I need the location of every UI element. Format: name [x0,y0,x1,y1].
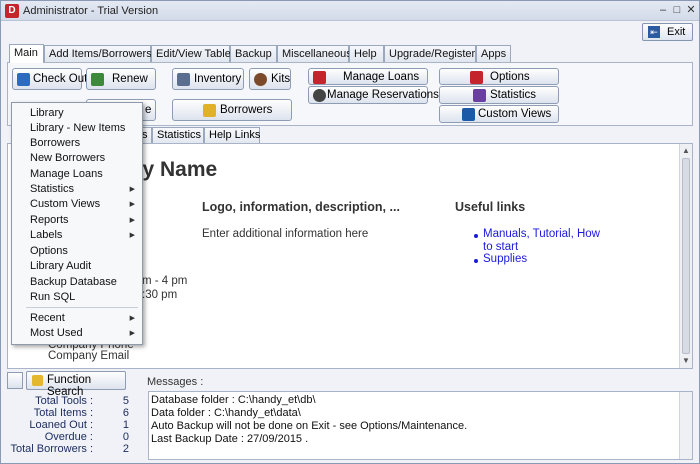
link-supplies[interactable]: Supplies [483,253,527,265]
menu-item-library[interactable]: Library [13,106,141,121]
messages-box[interactable]: Database folder : C:\handy_et\db\ Data f… [148,391,693,460]
stat-total-tools: Total Tools :5 [35,395,129,407]
message-line: Auto Backup will not be done on Exit - s… [151,420,468,432]
menu-item-manage-loans[interactable]: Manage Loans [13,167,141,182]
exit-label: Exit [667,26,686,38]
statistics-icon [473,89,486,102]
custom-views-icon [462,108,475,121]
manage-reservations-button[interactable]: Manage Reservations [308,86,439,104]
menu-item-library-audit[interactable]: Library Audit [13,259,141,274]
stat-loaned-out: Loaned Out :1 [29,419,129,431]
submenu-arrow-icon: ▶ [129,232,135,239]
clock-icon [313,89,326,102]
tab-backup[interactable]: Backup [230,45,277,63]
tab-miscellaneous[interactable]: Miscellaneous [277,45,352,63]
maximize-icon[interactable]: □ [670,4,684,18]
statistics-button[interactable]: Statistics [439,86,559,104]
stat-total-borrowers: Total Borrowers :2 [10,443,129,455]
function-search-icon [32,375,43,386]
options-button[interactable]: Options [439,68,559,85]
hours-line-2: :30 pm [142,289,178,301]
menu-item-reports[interactable]: Reports ▶ [13,213,141,228]
renew-icon [91,73,104,86]
menu-item-recent[interactable]: Recent ▶ [13,311,141,326]
menu-item-options[interactable]: Options [13,244,141,259]
function-search-button[interactable]: Function Search [26,371,126,398]
tab-main[interactable]: Main [9,44,44,63]
kits-button[interactable]: Kits [249,68,291,90]
context-menu: Library Library - New Items Borrowers Ne… [11,102,143,345]
bottom-toolbar: Function Search Messages : [7,370,693,398]
menu-item-backup-database[interactable]: Backup Database [13,275,141,290]
useful-links-heading: Useful links [455,200,526,214]
submenu-arrow-icon: ▶ [129,201,135,208]
tab-add-items-borrowers[interactable]: Add Items/Borrowers [44,45,152,63]
message-line: Data folder : C:\handy_et\data\ [151,407,301,419]
kits-icon [254,73,267,86]
bullet-icon [474,259,478,263]
additional-info-text: Enter additional information here [202,228,369,240]
content-scrollbar[interactable]: ▲ ▼ [679,144,692,368]
check-out-button[interactable]: Check Out [12,68,87,90]
stat-total-items: Total Items :6 [33,407,129,419]
custom-views-button[interactable]: Custom Views [439,105,559,123]
menu-separator [26,307,138,308]
inventory-icon [177,73,190,86]
hours-line-1: m - 4 pm [142,275,188,287]
company-email: Company Email [48,350,130,362]
link-to-start[interactable]: to start [483,241,518,253]
main-window: D Administrator - Trial Version – □ ✕ ⇤ … [0,0,700,464]
title-bar: D Administrator - Trial Version – □ ✕ [1,1,699,21]
message-line: Database folder : C:\handy_et\db\ [151,394,316,406]
options-icon [470,71,483,84]
submenu-arrow-icon: ▶ [129,330,135,337]
messages-label: Messages : [147,376,204,388]
exit-button[interactable]: ⇤ Exit [642,23,693,41]
link-manuals[interactable]: Manuals, Tutorial, How [483,228,600,240]
menu-item-statistics[interactable]: Statistics ▶ [13,182,141,197]
menu-item-borrowers[interactable]: Borrowers [13,136,141,151]
tab-help[interactable]: Help [349,45,384,63]
check-out-icon [17,73,30,86]
inventory-button[interactable]: Inventory [172,68,244,90]
exit-icon: ⇤ [648,26,660,38]
tab-edit-view-table[interactable]: Edit/View Table [151,45,231,63]
tab-upgrade-register[interactable]: Upgrade/Register [384,45,476,63]
stat-overdue: Overdue :0 [44,431,129,443]
messages-scrollbar[interactable] [679,392,692,459]
manage-loans-button[interactable]: Manage Loans [308,68,428,85]
minimize-icon[interactable]: – [656,4,670,18]
close-icon[interactable]: ✕ [684,4,698,18]
scroll-thumb[interactable] [682,158,690,354]
submenu-arrow-icon: ▶ [129,315,135,322]
menu-item-library-new-items[interactable]: Library - New Items [13,121,141,136]
manage-loans-icon [313,71,326,84]
menu-item-custom-views[interactable]: Custom Views ▶ [13,197,141,212]
bullet-icon [474,234,478,238]
submenu-arrow-icon: ▶ [129,217,135,224]
borrowers-icon [203,104,216,117]
window-title: Administrator - Trial Version [23,5,159,17]
subtab-help-links[interactable]: Help Links [204,127,260,143]
app-logo-icon: D [5,4,19,18]
grid-settings-icon[interactable] [7,372,23,389]
subtab-statistics[interactable]: Statistics [152,127,204,143]
submenu-arrow-icon: ▶ [129,186,135,193]
menu-item-labels[interactable]: Labels ▶ [13,228,141,243]
renew-button[interactable]: Renew [86,68,156,90]
stats-panel: Total Tools :5 Total Items :6 Loaned Out… [7,393,137,459]
scroll-up-icon[interactable]: ▲ [682,146,690,155]
menu-item-run-sql[interactable]: Run SQL [13,290,141,305]
message-line: Last Backup Date : 27/09/2015 . [151,433,309,445]
scroll-down-icon[interactable]: ▼ [682,356,690,365]
menu-item-most-used[interactable]: Most Used ▶ [13,326,141,341]
borrowers-button[interactable]: Borrowers [172,99,292,121]
tab-apps[interactable]: Apps [476,45,511,63]
logo-heading: Logo, information, description, ... [202,200,400,214]
menu-item-new-borrowers[interactable]: New Borrowers [13,151,141,166]
